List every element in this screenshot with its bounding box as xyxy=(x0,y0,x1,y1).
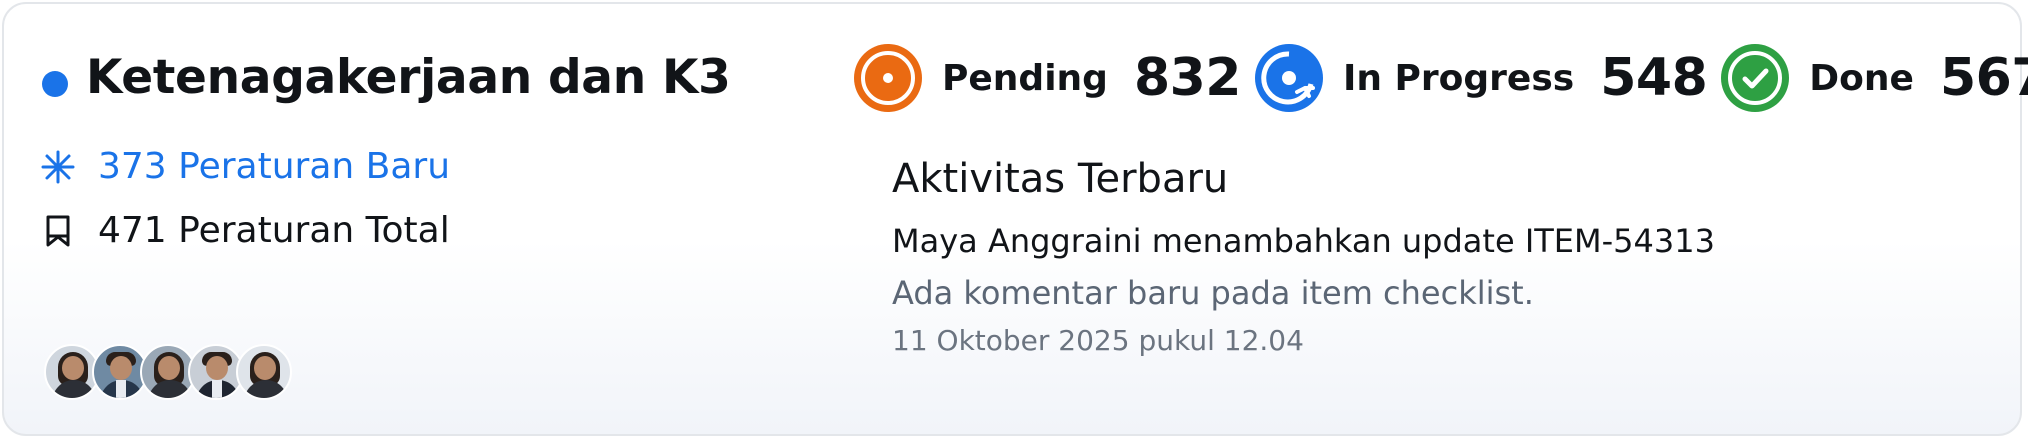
category-title: Ketenagakerjaan dan K3 xyxy=(86,50,731,105)
status-stats: Pending 832 In Progress 548 Done 567 xyxy=(854,44,2028,112)
pending-target-icon xyxy=(854,44,922,112)
activity-timestamp: 11 Oktober 2025 pukul 12.04 xyxy=(892,324,1304,357)
in-progress-count: 548 xyxy=(1600,48,1708,108)
sparkle-icon xyxy=(40,149,76,185)
check-circle-icon xyxy=(1721,44,1790,112)
pending-label: Pending xyxy=(942,57,1108,99)
done-count: 567 xyxy=(1939,48,2028,108)
activity-description: Ada komentar baru pada item checklist. xyxy=(892,274,1534,312)
done-label: Done xyxy=(1809,57,1914,99)
activity-title[interactable]: Maya Anggraini menambahkan update ITEM-5… xyxy=(892,222,1715,260)
assignee-avatars[interactable] xyxy=(44,344,292,400)
pending-count: 832 xyxy=(1133,48,1242,108)
bookmark-icon xyxy=(40,213,76,249)
category-card[interactable]: Ketenagakerjaan dan K3 373 Peraturan Bar… xyxy=(2,2,2028,436)
in-progress-label: In Progress xyxy=(1342,57,1575,99)
recent-activity-heading: Aktivitas Terbaru xyxy=(892,156,1229,202)
in-progress-sync-icon xyxy=(1254,44,1323,112)
avatar[interactable] xyxy=(236,344,292,400)
status-dot xyxy=(42,71,68,97)
total-regulations-label: 471 Peraturan Total xyxy=(98,210,450,251)
new-regulations-link[interactable]: 373 Peraturan Baru xyxy=(40,146,450,187)
total-regulations-link[interactable]: 471 Peraturan Total xyxy=(40,210,450,251)
new-regulations-label: 373 Peraturan Baru xyxy=(98,146,451,187)
